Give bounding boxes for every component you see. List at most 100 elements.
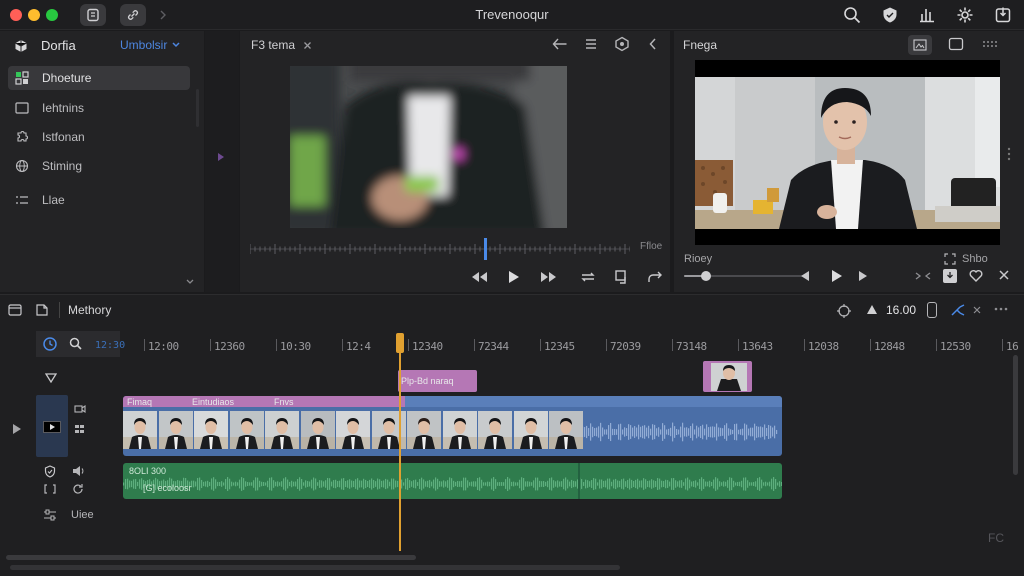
expand-triangle-icon[interactable] (217, 152, 225, 162)
timeline-zoom-bar[interactable] (10, 565, 620, 570)
title-clip[interactable]: Plp-Bd naraq (398, 370, 477, 392)
fast-forward-button[interactable] (540, 271, 558, 283)
preview-play-button[interactable] (831, 269, 843, 283)
step-back-icon (801, 271, 809, 281)
link-button[interactable] (120, 4, 146, 26)
image-mode-button[interactable] (908, 35, 932, 55)
clip-label: Fimaq (127, 397, 153, 407)
track-label: Uiee (71, 509, 94, 521)
ruler-tick-label: 12345 (544, 340, 575, 353)
shield-button[interactable] (880, 5, 900, 25)
step-forward-button[interactable] (858, 270, 868, 282)
preview-right-group: Shbo (944, 253, 988, 265)
badge-icon[interactable] (614, 36, 630, 52)
ruler-tick (540, 339, 541, 351)
chevron-down-icon[interactable] (185, 278, 195, 286)
ruler-tick (210, 339, 211, 351)
timeline-ruler[interactable]: 12:00 12360 10:30 12:4 12340 72344 12345 72039 7… (0, 295, 1024, 355)
bracket-icon[interactable] (44, 484, 56, 494)
shield-icon[interactable] (44, 465, 56, 478)
program-video-frame[interactable] (695, 60, 1000, 245)
close-window-button[interactable] (10, 9, 22, 21)
audio-clip[interactable]: 8OLI 300 [G] ecoloosr (123, 463, 782, 499)
sidebar-scrollbar[interactable] (196, 89, 199, 127)
share-button[interactable] (917, 5, 937, 25)
puzzle-icon (14, 130, 30, 144)
audio-waveform (578, 422, 778, 442)
list-view-icon[interactable] (584, 37, 598, 51)
ruler-tick-label: 12038 (808, 340, 839, 353)
tab-f3-tema[interactable]: F3 tema (251, 38, 312, 52)
chevron-left-icon[interactable] (648, 37, 658, 51)
clip-label: Fnvs (274, 397, 294, 407)
sync-icon[interactable] (914, 271, 932, 281)
play-button[interactable] (508, 270, 520, 284)
export-icon (995, 7, 1011, 23)
source-viewer: F3 tema Ffloe (240, 31, 670, 292)
share-arrow-icon (648, 271, 662, 282)
expand-triangle-icon[interactable] (12, 423, 22, 435)
close-icon[interactable] (998, 269, 1010, 281)
video-track-icon (43, 421, 61, 433)
ruler-tick-label: 72039 (610, 340, 641, 353)
ruler-tick-label: 12340 (412, 340, 443, 353)
ruler-tick (870, 339, 871, 351)
heart-icon[interactable] (969, 269, 983, 283)
sidebar-item-iehtnins[interactable]: Iehtnins (8, 96, 190, 120)
sliders-icon[interactable] (43, 509, 57, 521)
grid-small-icon[interactable] (74, 424, 86, 434)
ruler-tick-label: 16 (1006, 340, 1019, 353)
document-button[interactable] (80, 4, 106, 26)
video-still-image (695, 77, 1000, 229)
export-button[interactable] (993, 5, 1013, 25)
speaker-icon[interactable] (72, 465, 86, 477)
library-dropdown[interactable]: Umbolsir (120, 38, 181, 52)
close-icon[interactable] (303, 41, 312, 50)
image-icon (913, 39, 927, 51)
grid-icon (14, 71, 30, 85)
sidebar-item-llae[interactable]: Llae (8, 188, 190, 212)
filmstrip-frame (229, 411, 264, 449)
save-frame-button[interactable] (943, 269, 957, 283)
playhead[interactable] (399, 343, 401, 551)
settings-button[interactable] (955, 5, 975, 25)
source-video-frame[interactable] (290, 66, 567, 228)
zoom-window-button[interactable] (46, 9, 58, 21)
timeline-horizontal-scrollbar[interactable] (6, 555, 416, 560)
connected-clip[interactable] (703, 361, 752, 392)
panel-divider (205, 31, 239, 292)
sidebar-item-stiming[interactable]: Stiming (8, 154, 190, 178)
minimize-window-button[interactable] (28, 9, 40, 21)
frame-icon[interactable] (948, 37, 964, 51)
ruler-tick (408, 339, 409, 351)
timeline-vertical-scrollbar[interactable] (1013, 355, 1018, 475)
ruler-tick-label: 12530 (940, 340, 971, 353)
share-arrow-button[interactable] (647, 270, 663, 284)
crop-button[interactable] (614, 269, 630, 285)
filmstrip-frame (549, 411, 583, 449)
search-button[interactable] (842, 5, 862, 25)
rewind-icon (472, 272, 487, 282)
playhead-handle[interactable] (396, 333, 404, 353)
loop-button[interactable] (580, 270, 596, 284)
fullscreen-icon[interactable] (944, 253, 956, 265)
fc-watermark-icon: FC (988, 531, 1004, 545)
step-back-button[interactable] (800, 270, 810, 282)
back-arrow-icon[interactable] (552, 37, 568, 51)
rewind-button[interactable] (470, 271, 488, 283)
camera-icon[interactable] (74, 404, 86, 414)
ruler-tick-label: 73148 (676, 340, 707, 353)
side-scroll-handle[interactable] (1007, 146, 1011, 162)
program-preview: Fnega Rioey Shbo (674, 31, 1024, 292)
more-options-icon[interactable] (982, 39, 998, 49)
source-scrubber[interactable] (250, 236, 630, 260)
volume-slider[interactable] (684, 269, 802, 283)
audio-label: 8OLI 300 (129, 466, 167, 476)
sidebar-item-istfonan[interactable]: Istfonan (8, 125, 190, 149)
refresh-icon[interactable] (72, 483, 84, 495)
document-icon (87, 8, 99, 22)
filter-icon[interactable] (45, 373, 57, 383)
sidebar-item-dhoeture[interactable]: Dhoeture (8, 66, 190, 90)
share-icon (920, 9, 934, 23)
filmstrip (0, 295, 583, 449)
